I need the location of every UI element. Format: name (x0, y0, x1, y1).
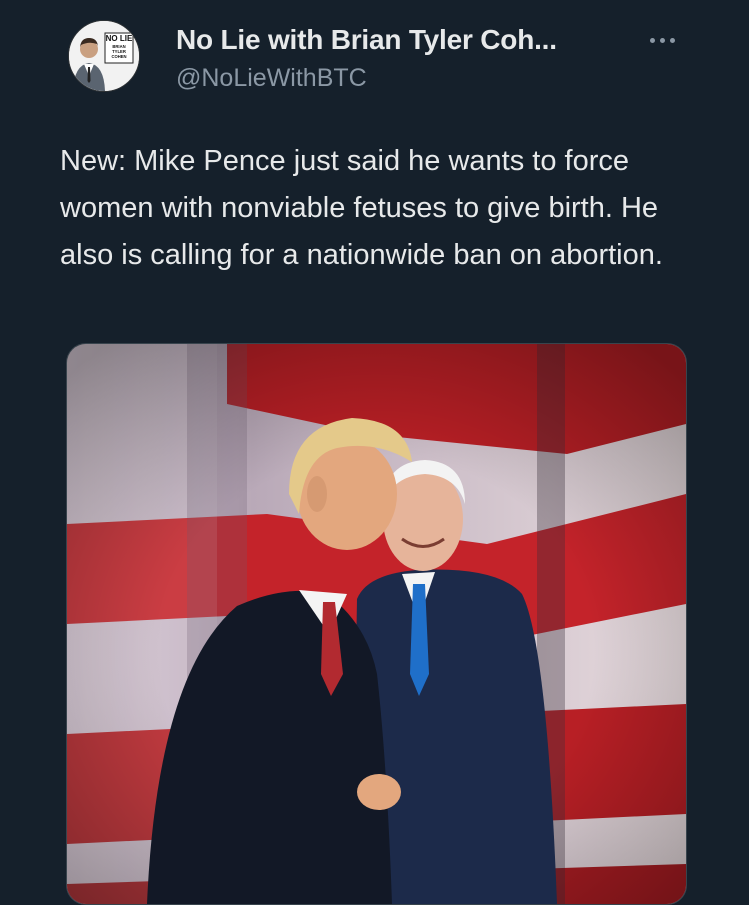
author-handle[interactable]: @NoLieWithBTC (176, 64, 367, 93)
tweet-card[interactable]: NO LIE BRIAN TYLER COHEN No Lie with Bri… (0, 0, 749, 905)
author-avatar[interactable]: NO LIE BRIAN TYLER COHEN (68, 20, 140, 92)
more-horizontal-icon-dot (659, 37, 665, 43)
more-horizontal-icon (649, 37, 655, 43)
more-options-button[interactable] (640, 22, 684, 58)
photo-image (67, 344, 686, 904)
tweet-photo[interactable] (66, 343, 687, 905)
more-horizontal-icon-dot (669, 37, 675, 43)
svg-text:NO LIE: NO LIE (106, 34, 133, 43)
svg-text:COHEN: COHEN (111, 54, 126, 59)
author-display-name[interactable]: No Lie with Brian Tyler Coh... (176, 24, 557, 56)
tweet-text: New: Mike Pence just said he wants to fo… (60, 145, 663, 271)
